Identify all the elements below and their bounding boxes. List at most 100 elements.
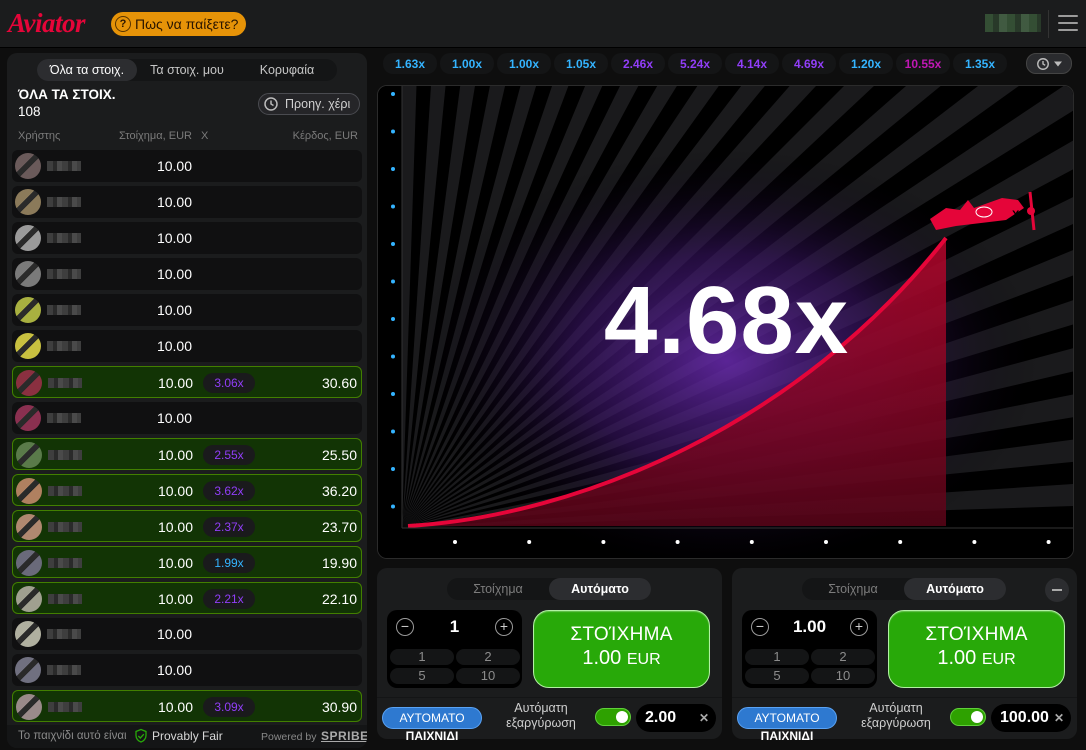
previous-hand-label: Προηγ. χέρι (285, 97, 351, 111)
bet-row: 10.00 (12, 654, 362, 686)
quick-stake-button[interactable]: 2 (811, 649, 875, 665)
tab-auto[interactable]: Αυτόματο (904, 578, 1006, 600)
history-multiplier[interactable]: 4.14x (725, 53, 779, 74)
col-win: Κέρδος, EUR (292, 130, 358, 142)
history-multiplier[interactable]: 10.55x (896, 53, 950, 74)
provably-fair-label: Provably Fair (152, 729, 223, 743)
provably-fair-text: Το παιχνίδι αυτό είναι (18, 730, 127, 742)
tab-auto[interactable]: Αυτόματο (549, 578, 651, 600)
bet-button-amount: 1.00 (937, 647, 977, 669)
question-icon: ? (115, 16, 131, 32)
bet-panel-2: Στοίχημα Αυτόματο −1.00 +1 2 5 10 ΣΤΟΊΧΗΜΑ 1.00 … (732, 568, 1077, 743)
hamburger-menu-icon[interactable] (1058, 15, 1078, 31)
remove-panel-button[interactable] (1045, 578, 1069, 602)
avatar-blurred (15, 621, 81, 647)
bet-amount: 10.00 (157, 447, 193, 463)
shield-check-icon (135, 728, 147, 743)
bet-row: 10.00 1.99x 19.90 (12, 546, 362, 578)
avatar-blurred (16, 694, 82, 720)
bet-row: 10.00 2.37x 23.70 (12, 510, 362, 542)
how-to-play-label: Πως να παίξετε? (135, 16, 239, 32)
cashout-multiplier-badge: 2.55x (203, 445, 255, 465)
quick-stake-button[interactable]: 1 (390, 649, 454, 665)
history-dropdown-button[interactable] (1026, 53, 1072, 74)
autoplay-label-line2: ΠΑΙΧΝΙΔΙ (405, 729, 459, 743)
y-axis-dot (391, 504, 395, 509)
bet-button-currency: EUR (626, 651, 661, 668)
spribe-logo[interactable]: SPRIBE (321, 729, 367, 743)
previous-hand-button[interactable]: Προηγ. χέρι (258, 93, 361, 115)
avatar-blurred (16, 514, 82, 540)
auto-cashout-toggle[interactable] (595, 708, 631, 726)
increase-stake-button[interactable]: + (495, 618, 513, 636)
tab-bet[interactable]: Στοίχημα (802, 578, 904, 600)
auto-cashout-value: 2.00 (645, 709, 677, 726)
avatar-blurred (15, 405, 81, 431)
tab-bet[interactable]: Στοίχημα (447, 578, 549, 600)
history-multiplier[interactable]: 1.05x (554, 53, 608, 74)
x-axis-dot (601, 540, 606, 544)
clear-icon[interactable]: ✕ (699, 704, 709, 732)
x-axis-dot (824, 540, 828, 544)
history-multiplier[interactable]: 1.20x (839, 53, 893, 74)
win-amount: 30.60 (321, 375, 357, 391)
bet-row: 10.00 (12, 258, 362, 290)
x-axis-dot (675, 540, 680, 544)
increase-stake-button[interactable]: + (850, 618, 868, 636)
col-bet: Στοίχημα, EUR (119, 130, 192, 142)
cashout-multiplier-badge: 1.99x (203, 553, 255, 573)
balance-blurred (985, 14, 1041, 32)
aviator-logo[interactable]: Aviator (8, 8, 86, 39)
bet-row: 10.00 (12, 402, 362, 434)
quick-stake-button[interactable]: 10 (811, 668, 875, 684)
bet-row: 10.00 (12, 150, 362, 182)
bet-amount: 10.00 (156, 266, 192, 282)
auto-cashout-toggle[interactable] (950, 708, 986, 726)
tab-top[interactable]: Κορυφαία (237, 59, 337, 81)
quick-stake-button[interactable]: 5 (745, 668, 809, 684)
bet-row: 10.00 3.09x 30.90 (12, 690, 362, 722)
history-multiplier[interactable]: 1.00x (440, 53, 494, 74)
auto-cashout-input[interactable]: 100.00 ✕ (991, 704, 1071, 732)
quick-stake-button[interactable]: 5 (390, 668, 454, 684)
avatar-blurred (16, 442, 82, 468)
bet-amount: 10.00 (156, 626, 192, 642)
decrease-stake-button[interactable]: − (396, 618, 414, 636)
autoplay-button[interactable]: ΑΥΤΟΜΑΤΟ (737, 707, 837, 729)
stake-input-group: −1.00 +1 2 5 10 (742, 610, 877, 688)
how-to-play-button[interactable]: ? Πως να παίξετε? (111, 12, 247, 36)
history-multiplier[interactable]: 1.35x (953, 53, 1007, 74)
all-bets-count: 108 (18, 104, 41, 119)
provably-fair-link[interactable]: Provably Fair (133, 728, 223, 744)
history-multiplier[interactable]: 4.69x (782, 53, 836, 74)
auto-cashout-label-line1: Αυτόματη (514, 701, 568, 715)
history-multiplier[interactable]: 1.00x (497, 53, 551, 74)
history-multiplier[interactable]: 2.46x (611, 53, 665, 74)
stake-input[interactable]: 1 (417, 617, 492, 637)
place-bet-button[interactable]: ΣΤΟΊΧΗΜΑ 1.00 EUR (888, 610, 1065, 688)
auto-controls: ΑΥΤΟΜΑΤΟ ΠΑΙΧΝΙΔΙ Αυτόματη εξαργύρωση 2.00 ✕ (377, 697, 722, 743)
autoplay-label-line2: ΠΑΙΧΝΙΔΙ (760, 729, 814, 743)
avatar-blurred (16, 586, 82, 612)
decrease-stake-button[interactable]: − (751, 618, 769, 636)
auto-cashout-label: Αυτόματη εξαργύρωση (498, 701, 584, 731)
place-bet-button[interactable]: ΣΤΟΊΧΗΜΑ 1.00 EUR (533, 610, 710, 688)
bet-amount: 10.00 (156, 194, 192, 210)
x-axis-dot (1046, 540, 1051, 544)
avatar-blurred (15, 189, 81, 215)
y-axis-dot (391, 392, 395, 396)
current-multiplier: 4.68x (603, 267, 850, 374)
avatar-blurred (15, 153, 81, 179)
tab-my-bets[interactable]: Τα στοιχ. μου (137, 59, 237, 81)
quick-stake-button[interactable]: 2 (456, 649, 520, 665)
autoplay-button[interactable]: ΑΥΤΟΜΑΤΟ (382, 707, 482, 729)
clear-icon[interactable]: ✕ (1054, 704, 1064, 732)
history-icon (1036, 57, 1049, 70)
stake-input[interactable]: 1.00 (772, 617, 847, 637)
tab-all-bets[interactable]: Όλα τα στοιχ. (37, 59, 137, 81)
history-multiplier[interactable]: 1.63x (383, 53, 437, 74)
history-multiplier[interactable]: 5.24x (668, 53, 722, 74)
auto-cashout-input[interactable]: 2.00 ✕ (636, 704, 716, 732)
quick-stake-button[interactable]: 1 (745, 649, 809, 665)
quick-stake-button[interactable]: 10 (456, 668, 520, 684)
